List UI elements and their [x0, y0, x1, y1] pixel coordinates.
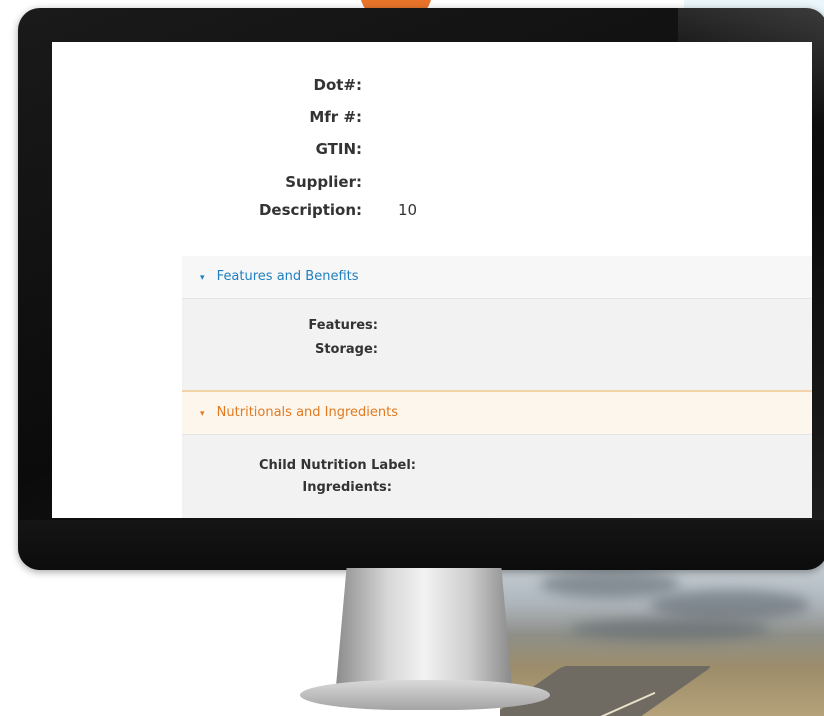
monitor-chin [18, 520, 824, 570]
ingredients-label: Ingredients: [302, 480, 392, 495]
monitor-stand [336, 568, 512, 686]
monitor-screen: Dot#: Mfr #: GTIN: Supplier: Description… [52, 42, 812, 518]
caret-down-icon: ▾ [200, 409, 205, 419]
nutritionals-section-header[interactable]: ▾ Nutritionals and Ingredients [182, 390, 812, 435]
features-label: Features: [308, 318, 378, 333]
caret-down-icon: ▾ [200, 273, 205, 283]
storage-label: Storage: [314, 342, 378, 357]
description-label: Description: [258, 201, 362, 219]
features-section: ▾ Features and Benefits Features: Storag… [182, 256, 812, 392]
nutritionals-section: ▾ Nutritionals and Ingredients Child Nut… [182, 390, 812, 518]
features-section-title: Features and Benefits [216, 269, 359, 284]
child-nutrition-label-label: Child Nutrition Label: [259, 458, 416, 473]
gtin-label: GTIN: [315, 140, 362, 158]
description-value: 10 [398, 201, 418, 219]
nutritionals-section-title: Nutritionals and Ingredients [216, 405, 399, 420]
dot-number-label: Dot#: [313, 76, 363, 94]
supplier-label: Supplier: [285, 173, 362, 191]
features-section-header[interactable]: ▾ Features and Benefits [182, 256, 812, 299]
mfr-number-label: Mfr #: [309, 108, 362, 126]
monitor-stand-base [300, 680, 550, 710]
